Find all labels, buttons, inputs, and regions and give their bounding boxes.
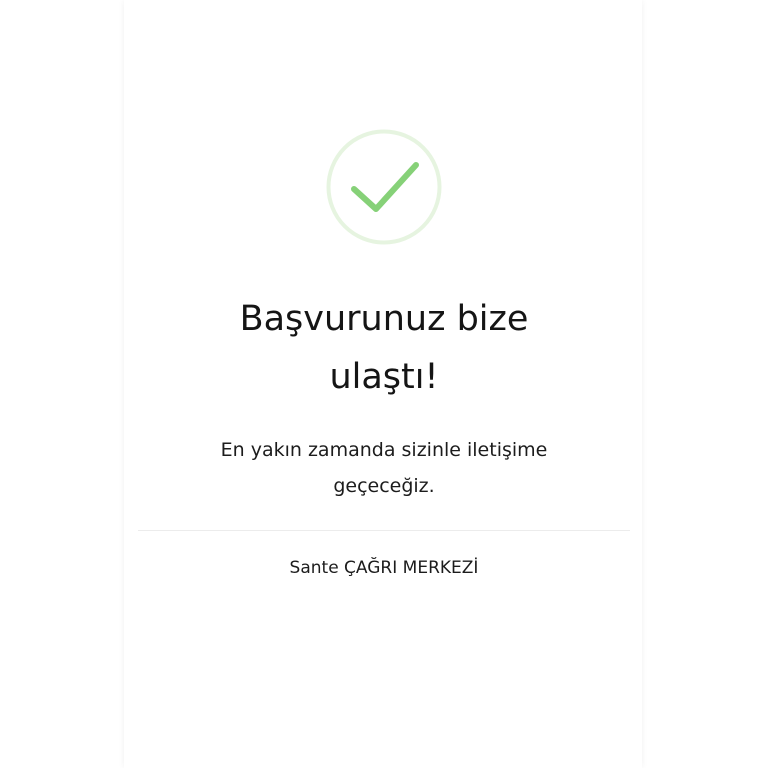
title-line-1: Başvurunuz bize [239,299,529,339]
title-line-2: ulaştı! [329,357,439,397]
check-mark [351,162,419,212]
success-ring [326,129,442,245]
divider [138,530,630,531]
checkmark-circle-icon [326,129,442,245]
success-checkmark-icon [326,129,442,245]
confirmation-message: En yakın zamanda sizinle iletişime geçec… [194,432,574,504]
message-line-2: geçeceğiz. [333,475,435,497]
page-frame: Başvurunuz bize ulaştı! En yakın zamanda… [0,0,768,768]
message-line-1: En yakın zamanda sizinle iletişime [220,439,548,461]
page-title: Başvurunuz bize ulaştı! [184,290,584,406]
footer-signature: Sante ÇAĞRI MERKEZİ [289,558,479,578]
